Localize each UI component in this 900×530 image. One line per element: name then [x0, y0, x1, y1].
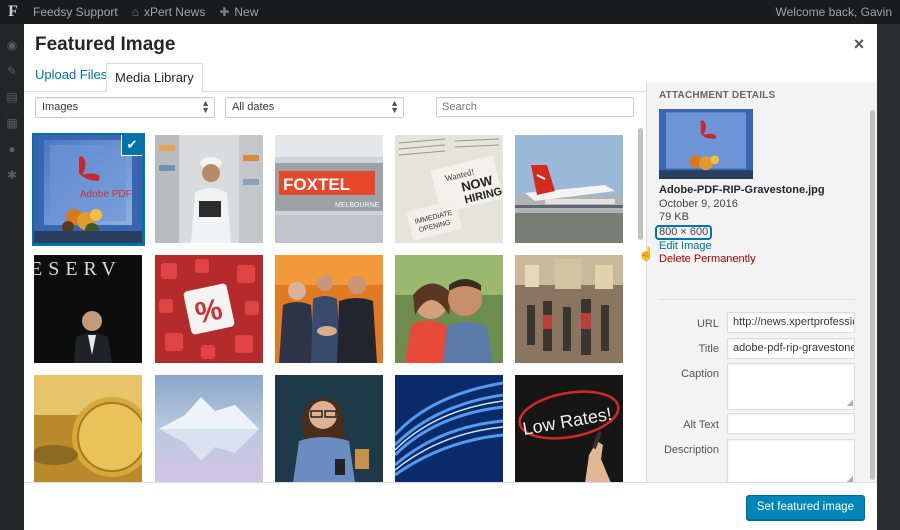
- sidebar-divider: [659, 299, 855, 300]
- caption-field[interactable]: [727, 363, 855, 410]
- description-label: Description: [663, 444, 719, 456]
- admin-bar-site-xpert[interactable]: ⌂ xPert News: [125, 0, 213, 24]
- media-icon[interactable]: ▤: [0, 86, 24, 108]
- sidebar-scrollbar[interactable]: [870, 110, 875, 480]
- couple-image: [395, 255, 503, 363]
- qantas-aircraft-image: [515, 135, 623, 243]
- attachment-dimensions: 800 × 600: [655, 224, 713, 240]
- url-label: URL: [696, 318, 719, 330]
- tab-upload-files[interactable]: Upload Files: [27, 63, 115, 92]
- attachment-meta: Adobe-PDF-RIP-Gravestone.jpg October 9, …: [655, 184, 825, 267]
- admin-bar-site-label: Feedsy Support: [33, 5, 118, 19]
- shopping-mall-image: [515, 255, 623, 363]
- search-input[interactable]: [436, 97, 634, 117]
- percent-cubes-image: %: [155, 255, 263, 363]
- network-cables-image: [395, 375, 503, 483]
- attachment-thumb[interactable]: ESERV: [34, 255, 142, 363]
- attachment-thumb[interactable]: [515, 255, 623, 363]
- tab-media-library[interactable]: Media Library: [106, 63, 203, 93]
- thumb-reserve-text: ESERV: [34, 258, 122, 280]
- woman-phone-image: [275, 375, 383, 483]
- attachment-thumb[interactable]: [395, 255, 503, 363]
- admin-bar-new-label: New: [234, 5, 259, 19]
- attachment-thumb[interactable]: [275, 255, 383, 363]
- users-icon[interactable]: ●: [0, 138, 24, 160]
- grid-scrollbar[interactable]: [638, 128, 643, 240]
- date-filter-value: All dates: [232, 101, 275, 113]
- close-icon[interactable]: ×: [849, 34, 869, 54]
- attachment-filesize: 79 KB: [659, 211, 689, 223]
- edit-image-link[interactable]: Edit Image: [659, 240, 825, 254]
- admin-bar-new[interactable]: ✚ New: [212, 0, 265, 24]
- handshake-image: [275, 255, 383, 363]
- attachment-thumb[interactable]: [155, 135, 263, 243]
- gold-coin-image: [34, 375, 142, 483]
- attachment-preview: [659, 109, 753, 179]
- mouse-pointer-icon: ☝: [638, 246, 655, 261]
- gravestone-preview-image: [659, 109, 753, 179]
- home-icon: ⌂: [131, 5, 139, 19]
- attachment-thumb[interactable]: Adobe PDF ✔: [32, 133, 145, 246]
- caption-label: Caption: [681, 368, 719, 380]
- featured-image-modal: Featured Image × Upload Files Media Libr…: [24, 24, 877, 530]
- admin-bar-account[interactable]: Welcome back, Gavin: [769, 0, 900, 24]
- pin-icon[interactable]: ✎: [0, 60, 24, 82]
- attachments-grid: Adobe PDF ✔ FOXTEL MELBOURNE Wanted! NOW…: [32, 133, 632, 508]
- alt-text-label: Alt Text: [683, 419, 719, 431]
- selected-check-icon[interactable]: ✔: [122, 135, 142, 155]
- attachment-details-heading: Attachment Details: [659, 90, 776, 101]
- attachment-thumb[interactable]: FOXTEL MELBOURNE: [275, 135, 383, 243]
- foxtel-sign-image: FOXTEL MELBOURNE: [275, 135, 383, 243]
- admin-side-menu: ◉ ✎ ▤ ▦ ● ✱: [0, 24, 24, 530]
- select-arrows-icon: ▲ ▼: [201, 98, 210, 115]
- attachment-thumb[interactable]: [34, 375, 142, 483]
- modal-toolbar: Set featured image: [24, 482, 877, 530]
- attachment-thumb[interactable]: Wanted! NOW HIRING IMMEDIATE OPENING: [395, 135, 503, 243]
- warehouse-worker-image: [155, 135, 263, 243]
- admin-bar-site2-label: xPert News: [143, 5, 206, 19]
- modal-title: Featured Image: [35, 34, 176, 55]
- delete-permanently-link[interactable]: Delete Permanently: [659, 253, 825, 267]
- attachment-thumb[interactable]: [275, 375, 383, 483]
- thumb-foxtel-sub-text: MELBOURNE: [335, 202, 380, 209]
- title-label: Title: [698, 343, 719, 355]
- media-type-filter-value: Images: [42, 101, 79, 113]
- admin-bar-site-feedsy[interactable]: Feedsy Support: [26, 0, 125, 24]
- thumb-foxtel-text: FOXTEL: [283, 175, 350, 194]
- low-rates-image: Low Rates!: [515, 375, 623, 483]
- alt-text-field[interactable]: [727, 413, 855, 434]
- reserve-bank-image: ESERV: [34, 255, 142, 363]
- attachment-thumb[interactable]: [515, 135, 623, 243]
- admin-bar: F Feedsy Support ⌂ xPert News ✚ New Welcom…: [0, 0, 900, 24]
- wordpress-logo-icon[interactable]: F: [0, 0, 26, 24]
- date-filter[interactable]: All dates ▲ ▼: [225, 97, 404, 118]
- attachment-thumb[interactable]: Low Rates!: [515, 375, 623, 483]
- media-type-filter[interactable]: Images ▲ ▼: [35, 97, 215, 118]
- pages-icon[interactable]: ▦: [0, 112, 24, 134]
- plus-icon: ✚: [219, 5, 230, 19]
- description-field[interactable]: [727, 439, 855, 486]
- dashboard-icon[interactable]: ◉: [0, 34, 24, 56]
- select-arrows-icon: ▲ ▼: [390, 98, 399, 115]
- iceberg-image: [155, 375, 263, 483]
- title-field[interactable]: adobe-pdf-rip-gravestone: [727, 338, 855, 359]
- attachment-filename: Adobe-PDF-RIP-Gravestone.jpg: [659, 184, 825, 196]
- url-field[interactable]: http://news.xpertprofessic: [727, 312, 855, 333]
- attachment-date: October 9, 2016: [659, 197, 738, 210]
- newspaper-image: Wanted! NOW HIRING IMMEDIATE OPENING: [395, 135, 503, 243]
- set-featured-image-button[interactable]: Set featured image: [745, 495, 865, 520]
- attachment-thumb[interactable]: %: [155, 255, 263, 363]
- attachment-details-sidebar: Attachment Details Adobe-PDF-RIP-Gravest…: [646, 82, 877, 486]
- settings-icon[interactable]: ✱: [0, 164, 24, 186]
- admin-bar-greeting: Welcome back, Gavin: [775, 5, 893, 19]
- attachment-thumb[interactable]: [155, 375, 263, 483]
- attachment-thumb[interactable]: [395, 375, 503, 483]
- thumb-adobe-text: Adobe PDF: [80, 189, 132, 200]
